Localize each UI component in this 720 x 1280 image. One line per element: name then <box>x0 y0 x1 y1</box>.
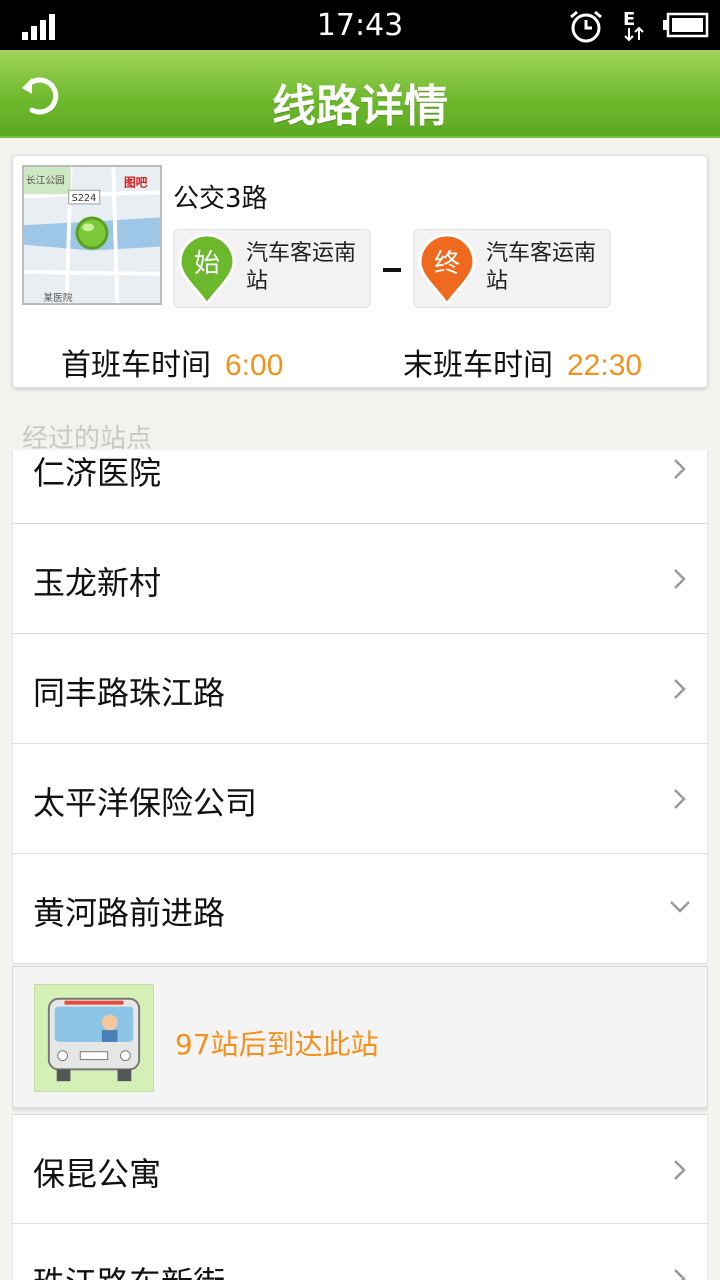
map-brand-label: 图吧 <box>124 175 148 189</box>
station-name: 同丰路珠江路 <box>33 674 226 712</box>
station-row[interactable]: 仁济医院 <box>12 450 708 524</box>
last-bus-label: 末班车时间 <box>403 348 553 383</box>
station-row[interactable]: 保昆公寓 <box>12 1114 708 1224</box>
chevron-down-icon <box>670 901 690 913</box>
end-station-name: 汽车客运南站 <box>486 241 597 294</box>
first-bus-time: 6:00 <box>225 349 284 382</box>
station-name: 黄河路前进路 <box>33 894 226 932</box>
first-bus-label: 首班车时间 <box>61 348 211 383</box>
alarm-icon <box>570 10 602 43</box>
map-bottom-label: 某医院 <box>43 291 72 304</box>
header-bar: 线路详情 <box>0 50 720 138</box>
chevron-right-icon <box>674 679 686 699</box>
start-badge: 始 <box>194 249 220 279</box>
chevron-right-icon <box>674 459 686 479</box>
network-e-icon: E <box>623 9 644 42</box>
station-name: 仁济医院 <box>33 454 162 492</box>
station-row-expanded[interactable]: 黄河路前进路 <box>12 854 708 964</box>
station-name: 珠江路东新街 <box>33 1258 225 1280</box>
end-badge: 终 <box>434 249 460 279</box>
station-row[interactable]: 太平洋保险公司 <box>12 744 708 854</box>
map-park-label: 长江公园 <box>26 175 65 187</box>
station-name: 保昆公寓 <box>33 1155 162 1193</box>
chevron-right-icon <box>674 789 686 809</box>
map-road-label: S224 <box>72 193 97 204</box>
station-list[interactable]: 仁济医院 玉龙新村 同丰路珠江路 太平洋保险公司 黄河路前进路 97站后到达此站 <box>12 450 708 1280</box>
end-marker-icon: 终 <box>418 233 476 306</box>
status-time: 17:43 <box>316 8 404 43</box>
first-bus-time-row: 首班车时间 6:00 <box>61 340 283 384</box>
chevron-right-icon <box>674 569 686 589</box>
station-row[interactable]: 同丰路珠江路 <box>12 634 708 744</box>
page-title: 线路详情 <box>272 81 448 132</box>
end-station-chip[interactable]: 终 汽车客运南站 <box>413 229 611 308</box>
status-bar: 17:43 E <box>0 0 720 50</box>
arrival-panel: 97站后到达此站 <box>12 966 708 1108</box>
last-bus-time-row: 末班车时间 22:30 <box>403 340 642 384</box>
start-station-chip[interactable]: 始 汽车客运南站 <box>173 229 371 308</box>
battery-icon <box>663 12 709 38</box>
route-name: 公交3路 <box>173 184 268 214</box>
arrival-notice: 97站后到达此站 <box>175 1028 379 1061</box>
station-name: 玉龙新村 <box>33 564 162 602</box>
station-name: 太平洋保险公司 <box>33 784 258 822</box>
svg-text:E: E <box>623 9 635 30</box>
station-row[interactable]: 珠江路东新街 <box>12 1224 708 1280</box>
bus-icon <box>34 984 154 1092</box>
route-dash <box>383 268 401 272</box>
start-station-name: 汽车客运南站 <box>246 241 357 294</box>
chevron-right-icon <box>674 1160 686 1180</box>
station-row[interactable]: 玉龙新村 <box>12 524 708 634</box>
route-map-thumbnail[interactable]: 长江公园 S224 图吧 某医院 <box>22 165 162 305</box>
chevron-right-icon <box>674 1269 686 1280</box>
last-bus-time: 22:30 <box>567 349 643 382</box>
start-marker-icon: 始 <box>178 233 236 306</box>
route-info-card: 长江公园 S224 图吧 某医院 公交3路 始 汽车客运南站 终 汽车客运南站 … <box>12 155 708 388</box>
